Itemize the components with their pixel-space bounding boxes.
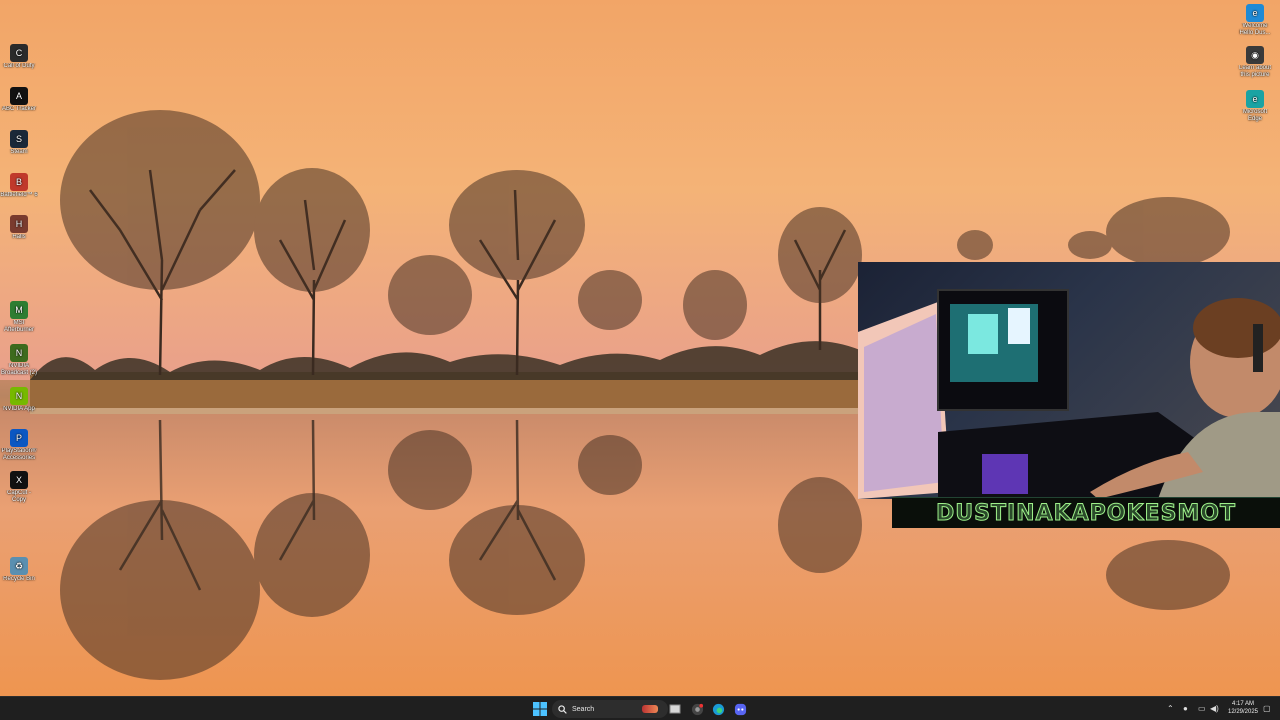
desktop-icon-label: Microsoft Edge: [1242, 109, 1268, 122]
notification-icon[interactable]: ▢: [1263, 704, 1271, 714]
welcome-edge-icon: e: [1246, 4, 1264, 22]
desktop-icon-battlefield[interactable]: B Battlefield™ 6: [0, 173, 38, 199]
search-highlight-icon: [642, 705, 658, 713]
taskbar-clock[interactable]: 4:17 AM 12/29/2025: [1226, 700, 1260, 716]
abc-tracker-icon: A: [10, 87, 28, 105]
task-view-icon: [669, 704, 681, 714]
desktop-icon-label: CapCut - Copy: [6, 490, 31, 503]
desktop-icon-capcut[interactable]: X CapCut - Copy: [0, 471, 38, 504]
desktop-icon-abc-tracker[interactable]: A ABC Tracker: [0, 87, 38, 113]
desktop-icon-label: MSI Afterburner: [3, 320, 34, 333]
start-button[interactable]: [531, 700, 549, 718]
recycle-bin-icon: ♻: [10, 557, 28, 575]
desktop-icon-steam[interactable]: S Steam: [0, 130, 38, 156]
search-label: Search: [572, 705, 595, 713]
taskbar-search[interactable]: Search: [552, 700, 668, 718]
call-of-duty-icon: C: [10, 44, 28, 62]
desktop-icon-label: Recycle Bin: [3, 576, 35, 582]
nvidia-app-icon: N: [10, 387, 28, 405]
desktop-icon-nvidia-app[interactable]: N NVIDIA App: [0, 387, 38, 413]
desktop-icon-label: Welcome Hello Dus...: [1239, 23, 1271, 36]
steam-icon: S: [10, 130, 28, 148]
desktop-icon-microsoft-edge[interactable]: e Microsoft Edge: [1236, 90, 1274, 123]
desktop-icon-label: Battlefield™ 6: [0, 192, 38, 198]
capcut-icon: X: [10, 471, 28, 489]
desktop-icon-label: Steam: [10, 149, 28, 155]
desktop-icon-label: Call of Duty: [3, 63, 35, 69]
search-icon: [558, 704, 567, 714]
desktop-icon-label: NVIDIA App: [3, 406, 35, 412]
discord-icon: [734, 703, 746, 715]
battlefield-icon: B: [10, 173, 28, 191]
network-icon[interactable]: ▭: [1198, 704, 1206, 714]
desktop-icon-label: Learn about this picture: [1238, 65, 1272, 78]
learn-about-picture-icon: ◉: [1246, 46, 1264, 64]
desktop-icon-recycle-bin[interactable]: ♻ Recycle Bin: [0, 557, 38, 583]
streamer-name-banner: DUSTINAKAPOKESMOT: [892, 497, 1280, 528]
desktop-icon-welcome-edge[interactable]: e Welcome Hello Dus...: [1236, 4, 1274, 37]
desktop-icon-label: ABC Tracker: [1, 106, 36, 112]
halls-icon: H: [10, 215, 28, 233]
clock-time: 4:17 AM: [1231, 701, 1254, 707]
taskbar-app-chrome[interactable]: [688, 700, 706, 718]
show-hidden-icons-chevron-icon[interactable]: ⌃: [1167, 704, 1174, 714]
chrome-icon: [691, 703, 703, 715]
clock-date: 12/29/2025: [1227, 709, 1259, 715]
desktop-icon-label: NVIDIA Broadcast (2): [0, 363, 37, 376]
webcam-overlay: [858, 262, 1280, 499]
desktop-icon-msi-afterburner[interactable]: M MSI Afterburner: [0, 301, 38, 334]
taskbar-app-edge[interactable]: [709, 700, 727, 718]
desktop-icon-learn-about-picture[interactable]: ◉ Learn about this picture: [1236, 46, 1274, 79]
windows-icon: [533, 702, 547, 716]
desktop-icon-nvidia-broadcast[interactable]: N NVIDIA Broadcast (2): [0, 344, 38, 377]
taskbar: Search ⌃ ● ▭ ◀) 4:17 AM 12/29/2025 ▢: [0, 696, 1280, 720]
volume-icon[interactable]: ◀): [1210, 704, 1219, 714]
desktop-icon-label: Halls: [12, 234, 26, 240]
microsoft-edge-icon: e: [1246, 90, 1264, 108]
taskbar-app-discord[interactable]: [731, 700, 749, 718]
desktop-icon-call-of-duty[interactable]: C Call of Duty: [0, 44, 38, 70]
microphone-icon[interactable]: ●: [1183, 704, 1188, 714]
edge-icon: [712, 703, 724, 715]
nvidia-broadcast-icon: N: [10, 344, 28, 362]
playstation-accessories-icon: P: [10, 429, 28, 447]
desktop-icon-halls[interactable]: H Halls: [0, 215, 38, 241]
desktop-icon-label: PlayStation® Accessories: [1, 448, 37, 461]
desktop-icon-playstation-accessories[interactable]: P PlayStation® Accessories: [0, 429, 38, 462]
webcam-feed: [858, 289, 1280, 499]
msi-afterburner-icon: M: [10, 301, 28, 319]
task-view-button[interactable]: [666, 700, 684, 718]
